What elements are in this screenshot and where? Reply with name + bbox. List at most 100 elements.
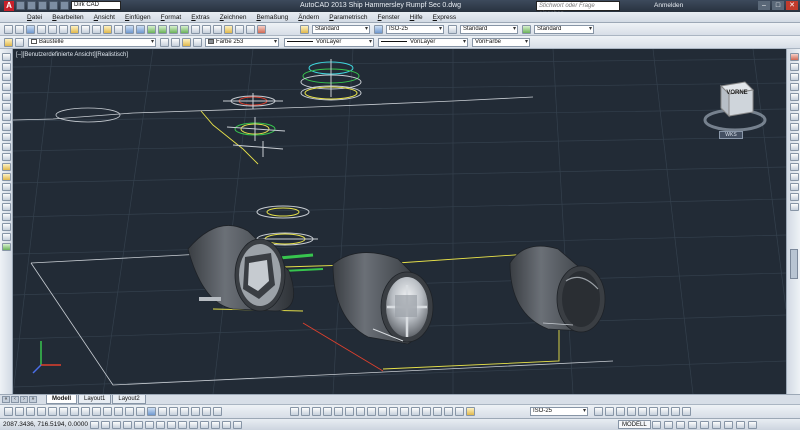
grid-display-icon[interactable] <box>112 421 121 429</box>
center-mark-icon[interactable] <box>158 407 167 416</box>
insert-block-icon[interactable] <box>2 163 11 171</box>
dim-update-icon[interactable] <box>213 407 222 416</box>
menu-item-bemassung[interactable]: Bemaßung <box>251 14 293 21</box>
design-center-icon[interactable] <box>202 25 211 34</box>
undo-icon[interactable] <box>49 1 58 10</box>
table-icon[interactable] <box>2 223 11 231</box>
lock-toolbars-icon[interactable] <box>712 421 721 429</box>
annotation-scale-icon[interactable] <box>676 421 685 429</box>
color-dropdown[interactable]: Farbe 253 <box>205 38 279 47</box>
radius-icon[interactable] <box>48 407 57 416</box>
next-tab-icon[interactable]: › <box>20 396 28 403</box>
rotate-icon[interactable] <box>790 113 799 121</box>
layers-icon[interactable] <box>290 407 299 416</box>
layer-thaw-icon[interactable] <box>400 407 409 416</box>
jogged-linear-icon[interactable] <box>180 407 189 416</box>
save-icon[interactable] <box>26 25 35 34</box>
layer-off-icon[interactable] <box>301 407 310 416</box>
block-editor-icon[interactable] <box>114 25 123 34</box>
region-icon[interactable] <box>2 213 11 221</box>
layer-match-icon[interactable] <box>334 407 343 416</box>
tab-modell[interactable]: Modell <box>46 395 77 404</box>
maximize-button[interactable]: □ <box>772 1 784 10</box>
extend-icon[interactable] <box>790 153 799 161</box>
layer-merge-icon[interactable] <box>378 407 387 416</box>
tab-layout2[interactable]: Layout2 <box>112 395 146 404</box>
new-icon[interactable] <box>16 1 25 10</box>
make-current-icon[interactable] <box>160 38 169 47</box>
paste-icon[interactable] <box>92 25 101 34</box>
last-tab-icon[interactable]: » <box>29 396 37 403</box>
trim-icon[interactable] <box>790 143 799 151</box>
preview-icon[interactable] <box>48 25 57 34</box>
selection-cycling-icon[interactable] <box>233 421 242 429</box>
3d-object-snap-icon[interactable] <box>156 421 165 429</box>
properties-icon[interactable] <box>191 25 200 34</box>
layer-settings-icon[interactable] <box>455 407 464 416</box>
layer-walk-icon[interactable] <box>182 38 191 47</box>
quick-view-drawings-icon[interactable] <box>664 421 673 429</box>
inspection-icon[interactable] <box>169 407 178 416</box>
mirror-icon[interactable] <box>790 73 799 81</box>
publish-icon[interactable] <box>59 25 68 34</box>
linetype-dropdown[interactable]: VonLayer <box>284 38 374 47</box>
zoom-realtime-icon[interactable] <box>158 25 167 34</box>
model-space-toggle[interactable]: MODELL <box>618 420 651 429</box>
search-input[interactable]: Stichwort oder Frage eingeben <box>536 1 620 17</box>
quick-view-layouts-icon[interactable] <box>652 421 661 429</box>
menu-item-extras[interactable]: Extras <box>186 14 214 21</box>
dynamic-input-icon[interactable] <box>189 421 198 429</box>
dim-text-edit-icon[interactable] <box>202 407 211 416</box>
redo-icon[interactable] <box>136 25 145 34</box>
jogged-icon[interactable] <box>59 407 68 416</box>
zoom-window-icon[interactable] <box>169 25 178 34</box>
array-icon[interactable] <box>790 93 799 101</box>
cut-icon[interactable] <box>70 25 79 34</box>
construction-line-icon[interactable] <box>2 63 11 71</box>
menu-item-ansicht[interactable]: Ansicht <box>89 14 120 21</box>
copy-object-icon[interactable] <box>790 63 799 71</box>
menu-item-fenster[interactable]: Fenster <box>373 14 405 21</box>
spline-icon[interactable] <box>2 133 11 141</box>
open-icon[interactable] <box>27 1 36 10</box>
snap-mode-icon[interactable] <box>101 421 110 429</box>
infer-constraints-icon[interactable] <box>90 421 99 429</box>
dimension-style-dropdown[interactable]: ISO-25 <box>386 25 444 34</box>
quick-dim-icon[interactable] <box>92 407 101 416</box>
help-icon[interactable] <box>257 25 266 34</box>
arc-length-icon[interactable] <box>26 407 35 416</box>
dim-style-manager-icon[interactable] <box>466 407 475 416</box>
tolerance-icon[interactable] <box>147 407 156 416</box>
angular-icon[interactable] <box>81 407 90 416</box>
isolate-layer-icon[interactable] <box>193 38 202 47</box>
linear-dim-icon[interactable] <box>4 407 13 416</box>
hardware-acceleration-icon[interactable] <box>724 421 733 429</box>
login-link[interactable]: Anmelden <box>654 2 683 9</box>
dim-space-icon[interactable] <box>125 407 134 416</box>
layer-change-icon[interactable] <box>345 407 354 416</box>
menu-item-bearbeiten[interactable]: Bearbeiten <box>47 14 88 21</box>
quickcalc-icon[interactable] <box>246 25 255 34</box>
plotstyle-dropdown[interactable]: VonFarbe <box>472 38 530 47</box>
scale-icon[interactable] <box>790 123 799 131</box>
ordinate-icon[interactable] <box>37 407 46 416</box>
viewport-controls-label[interactable]: [–][Benutzerdefinierte Ansicht][Realisti… <box>16 52 128 58</box>
menu-item-aendern[interactable]: Ändern <box>293 14 324 21</box>
move-icon[interactable] <box>790 103 799 111</box>
hatch-icon[interactable] <box>2 193 11 201</box>
menu-item-zeichnen[interactable]: Zeichnen <box>215 14 252 21</box>
join-icon[interactable] <box>790 173 799 181</box>
workspace-dropdown[interactable]: Dirk CAD <box>71 1 121 10</box>
layer-manager-icon[interactable] <box>4 38 13 47</box>
3d-orbit-icon[interactable] <box>594 407 603 416</box>
circle-icon[interactable] <box>2 113 11 121</box>
object-snap-tracking-icon[interactable] <box>167 421 176 429</box>
ellipse-arc-icon[interactable] <box>2 153 11 161</box>
minimize-button[interactable]: – <box>758 1 770 10</box>
prev-tab-icon[interactable]: ‹ <box>11 396 19 403</box>
layer-isolate-icon[interactable] <box>356 407 365 416</box>
wcs-menu[interactable]: WKS <box>719 131 743 139</box>
model-space[interactable] <box>13 49 786 394</box>
transparency-icon[interactable] <box>211 421 220 429</box>
open-icon[interactable] <box>15 25 24 34</box>
